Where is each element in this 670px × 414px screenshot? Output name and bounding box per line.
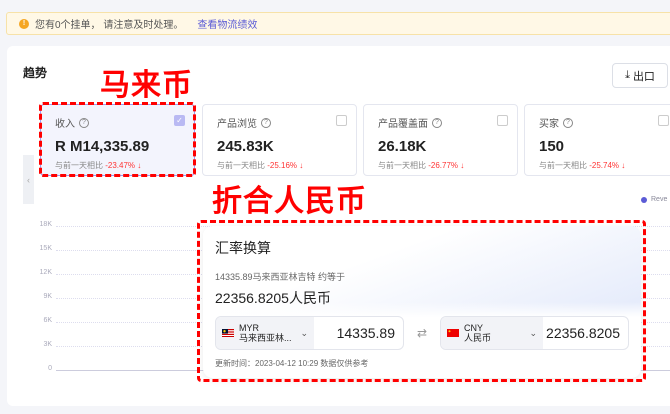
annotation-box-revenue [39,102,196,177]
metric-checkbox[interactable] [497,115,508,126]
chart-legend[interactable]: Reve [641,196,667,203]
metric-change: -26.77% [428,161,459,170]
metric-change: -25.74% [589,161,620,170]
compare-label: 与前一天相比 [378,161,426,170]
notice-banner: ! 您有0个挂单， 请注意及时处理。 查看物流绩效 [6,12,670,35]
metric-label: 产品覆盖面 [378,119,428,130]
help-icon[interactable]: ? [563,117,573,128]
metric-label: 产品浏览 [217,119,257,130]
arrow-down-icon: ↓ [297,161,304,170]
metric-card-reach[interactable]: 产品覆盖面? 26.18K 与前一天相比 -26.77% ↓ [363,104,518,176]
annotation-cny: 折合人民币 [212,185,367,218]
metric-checkbox[interactable] [658,115,669,126]
metric-card-buyers[interactable]: 买家? 150 与前一天相比 -25.74% ↓ [524,104,670,176]
arrow-down-icon: ↓ [619,161,626,170]
compare-label: 与前一天相比 [539,161,587,170]
notice-text: 您有0个挂单， 请注意及时处理。 [35,20,184,31]
y-tick-label: 3K [43,341,52,348]
chevron-left-icon: ‹ [27,174,30,185]
metric-value: 150 [539,138,565,155]
scroll-left-button[interactable]: ‹ [23,155,34,204]
annotation-myr: 马来币 [100,69,193,102]
y-tick-label: 18K [39,221,52,228]
section-title: 趋势 [23,66,48,80]
y-tick-label: 9K [43,293,52,300]
export-button[interactable]: ⤓ 出口 [612,63,668,88]
metric-label: 买家 [539,119,559,130]
metric-checkbox[interactable] [336,115,347,126]
arrow-down-icon: ↓ [458,161,465,170]
help-icon[interactable]: ? [261,117,271,128]
logistics-link[interactable]: 查看物流绩效 [197,16,257,31]
legend-label: Reve [651,196,668,203]
y-tick-label: 15K [39,245,52,252]
compare-label: 与前一天相比 [217,161,265,170]
metric-card-views[interactable]: 产品浏览? 245.83K 与前一天相比 -25.16% ↓ [202,104,357,176]
metric-value: 245.83K [217,138,274,155]
y-tick-label: 0 [48,365,52,372]
help-icon[interactable]: ? [432,117,442,128]
download-icon: ⤓ [625,69,630,81]
metric-change: -25.16% [267,161,298,170]
warning-icon: ! [19,18,29,29]
export-label: 出口 [632,70,655,83]
legend-dot [641,196,647,203]
metric-value: 26.18K [378,138,427,155]
y-tick-label: 6K [43,317,52,324]
annotation-box-converter [197,220,646,382]
y-tick-label: 12K [39,269,52,276]
